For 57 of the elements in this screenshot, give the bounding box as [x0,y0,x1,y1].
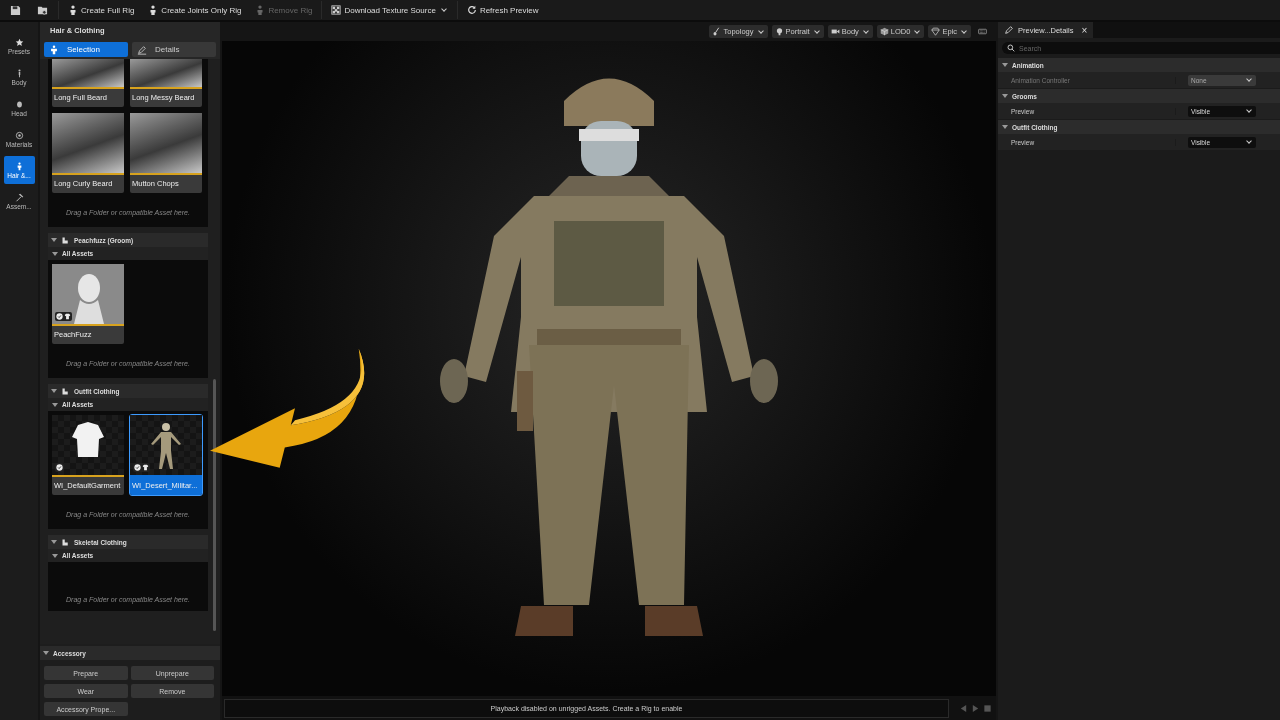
hanger-icon [61,386,70,396]
figure-icon [49,44,59,55]
beard-photo-placeholder [52,113,124,173]
panel-tab[interactable]: Details [132,42,216,57]
hanger-icon [61,235,70,245]
expand-arrow-icon [51,389,57,393]
rig-figure-icon [255,5,266,15]
shirt-icon [64,313,71,320]
pencil-icon [1004,25,1014,35]
scrollbar[interactable] [213,379,216,631]
expand-arrow-icon [1002,125,1008,129]
hanger-icon [61,537,70,547]
brush-icon [712,27,722,36]
pencil-icon [137,44,147,55]
shirt-icon [142,464,149,471]
shirt-drawing [52,415,124,475]
keyboard-icon [978,27,987,36]
toolbar-button[interactable]: Create Joints Only Rig [143,1,247,19]
head-bust-drawing [52,264,124,324]
rig-figure-icon [148,5,159,15]
checkmark-icon [134,464,141,471]
checkmark-icon [56,313,63,320]
folder-search-icon [37,4,48,16]
star-icon [14,37,24,47]
beard-photo-placeholder [130,59,202,87]
toolbar-button[interactable]: Refresh Preview [461,1,544,19]
material-sphere-icon [14,130,24,140]
expand-arrow-icon [43,651,49,655]
close-button[interactable]: × [1081,24,1088,36]
rig-figure-icon [68,5,78,15]
expand-arrow-icon [52,402,58,407]
expand-arrow-icon [1002,94,1008,98]
search-icon [1007,44,1015,52]
expand-arrow-icon [1002,63,1008,67]
beard-photo-placeholder [130,113,202,173]
panel-tab[interactable]: Selection [44,42,128,57]
stop-icon[interactable] [983,703,992,713]
beard-photo-placeholder [52,59,124,87]
expand-arrow-icon [52,553,58,558]
checkerboard-icon [331,5,342,15]
camera-icon [830,27,840,36]
toolbar-button[interactable]: Download Texture Source [326,1,453,19]
light-bulb-icon [774,27,784,36]
expand-arrow-icon [52,251,58,256]
checkmark-icon [56,464,63,471]
expand-arrow-icon [51,540,57,544]
head-icon [14,99,24,109]
play-icon[interactable] [971,703,980,713]
toolbar-button[interactable]: Create Full Rig [63,1,140,19]
gem-icon [931,27,941,36]
cube-icon [879,27,889,36]
save-icon [10,4,21,16]
expand-arrow-icon [51,238,57,242]
refresh-icon [466,5,477,15]
hammer-icon [14,192,24,202]
previous-icon[interactable] [959,703,968,713]
soldier-figure-drawing [130,415,202,475]
